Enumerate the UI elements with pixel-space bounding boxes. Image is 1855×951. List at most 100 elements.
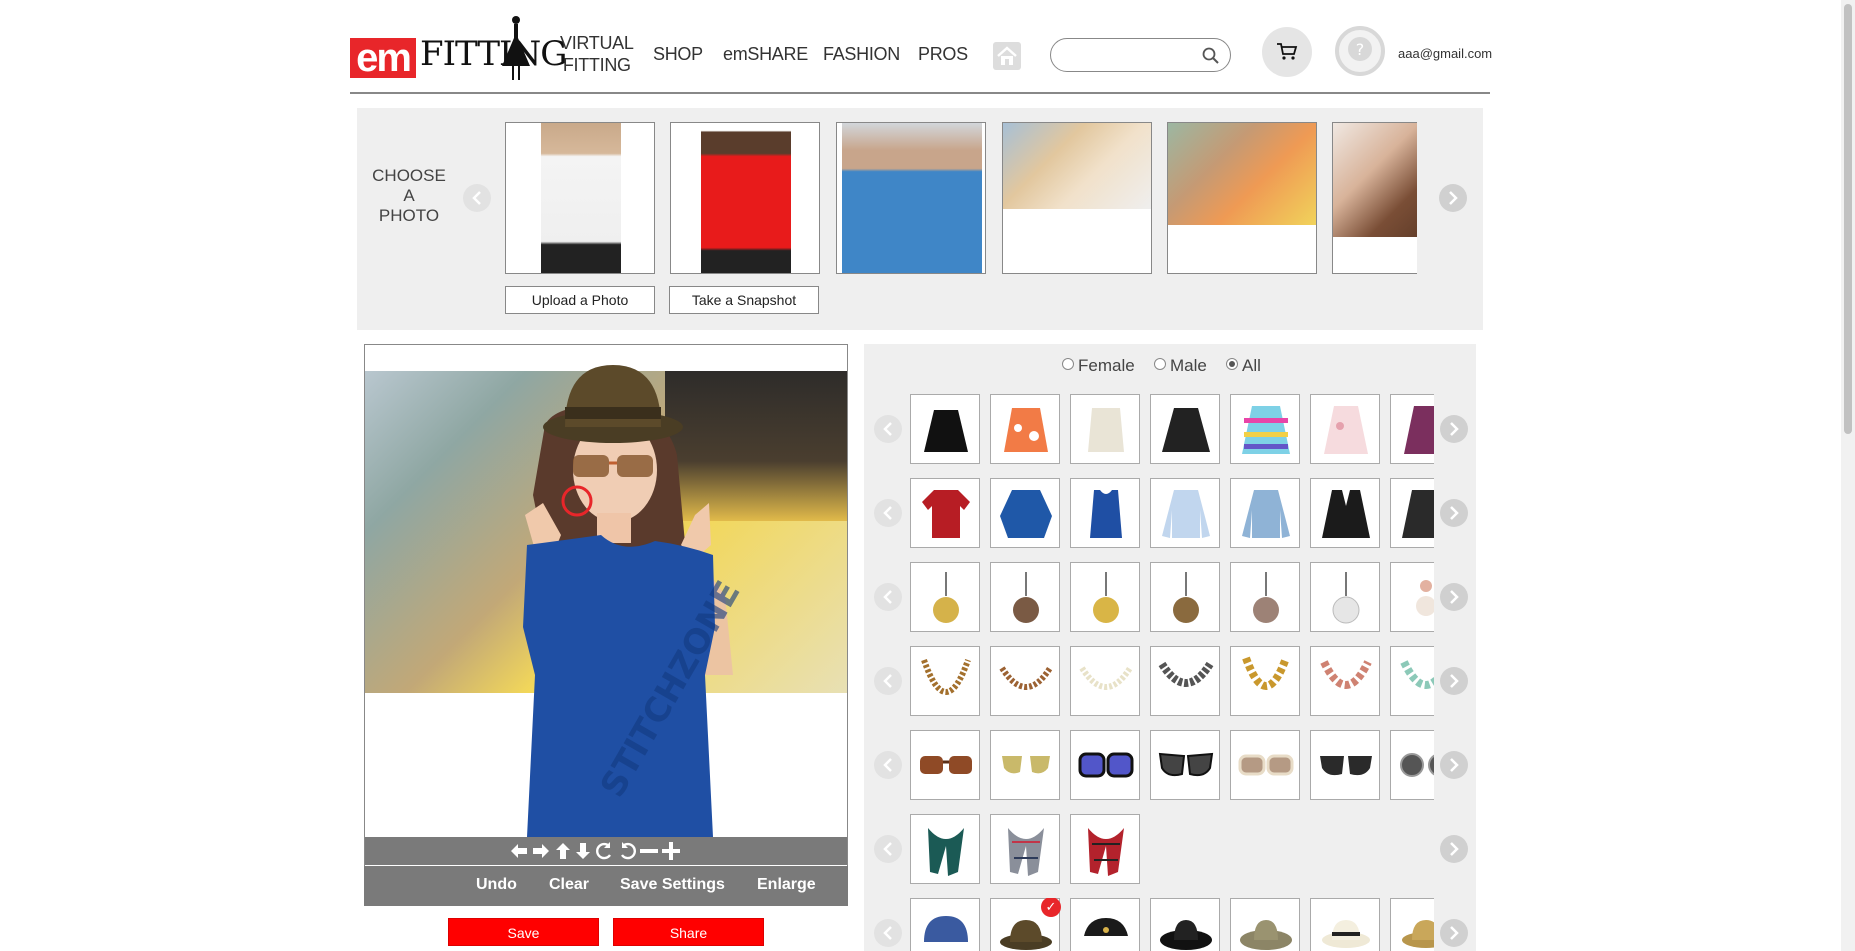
top-item[interactable]	[910, 478, 980, 548]
photo-thumb-4[interactable]	[1002, 122, 1152, 274]
top-item[interactable]	[990, 478, 1060, 548]
share-button[interactable]: Share	[613, 918, 764, 946]
sunglasses-item[interactable]	[1230, 730, 1300, 800]
sunglasses-item[interactable]	[1390, 730, 1434, 800]
cart-button[interactable]	[1262, 27, 1312, 77]
necklaces-next-button[interactable]	[1440, 667, 1468, 695]
search-input[interactable]	[1063, 45, 1193, 65]
page-scrollbar[interactable]	[1841, 0, 1855, 951]
skirt-item[interactable]	[990, 394, 1060, 464]
sunglasses-item[interactable]	[910, 730, 980, 800]
gender-female-option[interactable]: Female	[1062, 356, 1135, 376]
necklace-item[interactable]	[990, 646, 1060, 716]
photo-thumb-1[interactable]	[505, 122, 655, 274]
photos-prev-button[interactable]	[463, 184, 491, 212]
scarf-item[interactable]	[910, 814, 980, 884]
photo-thumb-2[interactable]	[670, 122, 820, 274]
skirt-item[interactable]	[1230, 394, 1300, 464]
clear-button[interactable]: Clear	[549, 876, 589, 894]
earring-item[interactable]	[1310, 562, 1380, 632]
sunglasses-prev-button[interactable]	[874, 751, 902, 779]
all-radio[interactable]	[1226, 358, 1238, 370]
hat-item[interactable]	[1390, 898, 1434, 951]
top-item[interactable]	[1150, 478, 1220, 548]
sunglasses-item[interactable]	[1150, 730, 1220, 800]
sunglasses-next-button[interactable]	[1440, 751, 1468, 779]
rotate-right-icon[interactable]	[617, 841, 637, 861]
nav-shop[interactable]: SHOP	[653, 44, 703, 65]
search-icon[interactable]	[1202, 47, 1220, 65]
skirt-item[interactable]	[1070, 394, 1140, 464]
necklace-item[interactable]	[1310, 646, 1380, 716]
scarves-next-button[interactable]	[1440, 835, 1468, 863]
fitting-canvas[interactable]: STITCHZONE	[364, 344, 848, 906]
top-item[interactable]	[1390, 478, 1434, 548]
top-item[interactable]	[1310, 478, 1380, 548]
sunglasses-item[interactable]	[1310, 730, 1380, 800]
skirt-item[interactable]	[1150, 394, 1220, 464]
male-radio[interactable]	[1154, 358, 1166, 370]
upload-photo-button[interactable]: Upload a Photo	[505, 286, 655, 314]
save-button[interactable]: Save	[448, 918, 599, 946]
skirt-item[interactable]	[1310, 394, 1380, 464]
gender-male-option[interactable]: Male	[1154, 356, 1207, 376]
hats-next-button[interactable]	[1440, 919, 1468, 947]
earring-item[interactable]	[1070, 562, 1140, 632]
photo-thumb-6[interactable]	[1332, 122, 1417, 274]
earring-item[interactable]	[910, 562, 980, 632]
skirts-next-button[interactable]	[1440, 415, 1468, 443]
undo-button[interactable]: Undo	[476, 876, 517, 894]
sunglasses-item[interactable]	[1070, 730, 1140, 800]
earring-item[interactable]	[1150, 562, 1220, 632]
sunglasses-item[interactable]	[990, 730, 1060, 800]
top-item[interactable]	[1070, 478, 1140, 548]
hat-item[interactable]	[1150, 898, 1220, 951]
necklace-item[interactable]	[1390, 646, 1434, 716]
necklace-item[interactable]	[1150, 646, 1220, 716]
hat-item-selected[interactable]: ✓	[990, 898, 1061, 951]
move-up-icon[interactable]	[553, 841, 573, 861]
necklace-item[interactable]	[1070, 646, 1140, 716]
enlarge-button[interactable]: Enlarge	[757, 876, 816, 894]
scarves-prev-button[interactable]	[874, 835, 902, 863]
hats-prev-button[interactable]	[874, 919, 902, 947]
grow-icon[interactable]	[661, 841, 681, 861]
skirts-prev-button[interactable]	[874, 415, 902, 443]
user-avatar[interactable]: ?	[1335, 26, 1385, 76]
earrings-prev-button[interactable]	[874, 583, 902, 611]
hat-item[interactable]	[910, 898, 980, 951]
move-down-icon[interactable]	[573, 841, 593, 861]
shrink-icon[interactable]	[639, 841, 659, 861]
earring-item[interactable]	[1230, 562, 1300, 632]
hat-item[interactable]	[1070, 898, 1140, 951]
nav-pros[interactable]: PROS	[918, 44, 968, 65]
user-email[interactable]: aaa@gmail.com	[1398, 46, 1492, 61]
female-radio[interactable]	[1062, 358, 1074, 370]
necklace-item[interactable]	[1230, 646, 1300, 716]
home-button[interactable]	[993, 42, 1021, 70]
take-snapshot-button[interactable]: Take a Snapshot	[669, 286, 819, 314]
logo[interactable]: em FITTING	[350, 14, 567, 84]
top-item[interactable]	[1230, 478, 1300, 548]
skirt-item[interactable]	[1390, 394, 1434, 464]
gender-all-option[interactable]: All	[1226, 356, 1261, 376]
nav-fashion[interactable]: FASHION	[823, 44, 900, 65]
necklace-item[interactable]	[910, 646, 980, 716]
move-left-icon[interactable]	[509, 841, 529, 861]
scarf-item[interactable]	[1070, 814, 1140, 884]
earring-item[interactable]	[1390, 562, 1434, 632]
photo-thumb-3[interactable]	[836, 122, 986, 274]
earrings-next-button[interactable]	[1440, 583, 1468, 611]
hat-item[interactable]	[1230, 898, 1300, 951]
photo-thumb-5[interactable]	[1167, 122, 1317, 274]
necklaces-prev-button[interactable]	[874, 667, 902, 695]
scarf-item[interactable]	[990, 814, 1060, 884]
tops-prev-button[interactable]	[874, 499, 902, 527]
save-settings-button[interactable]: Save Settings	[620, 876, 725, 894]
nav-virtual-fitting[interactable]: VIRTUAL FITTING	[560, 32, 634, 76]
skirt-item[interactable]	[910, 394, 980, 464]
earring-item[interactable]	[990, 562, 1060, 632]
nav-emshare[interactable]: emSHARE	[723, 44, 808, 65]
scrollbar-thumb[interactable]	[1844, 4, 1852, 434]
hat-item[interactable]	[1310, 898, 1380, 951]
